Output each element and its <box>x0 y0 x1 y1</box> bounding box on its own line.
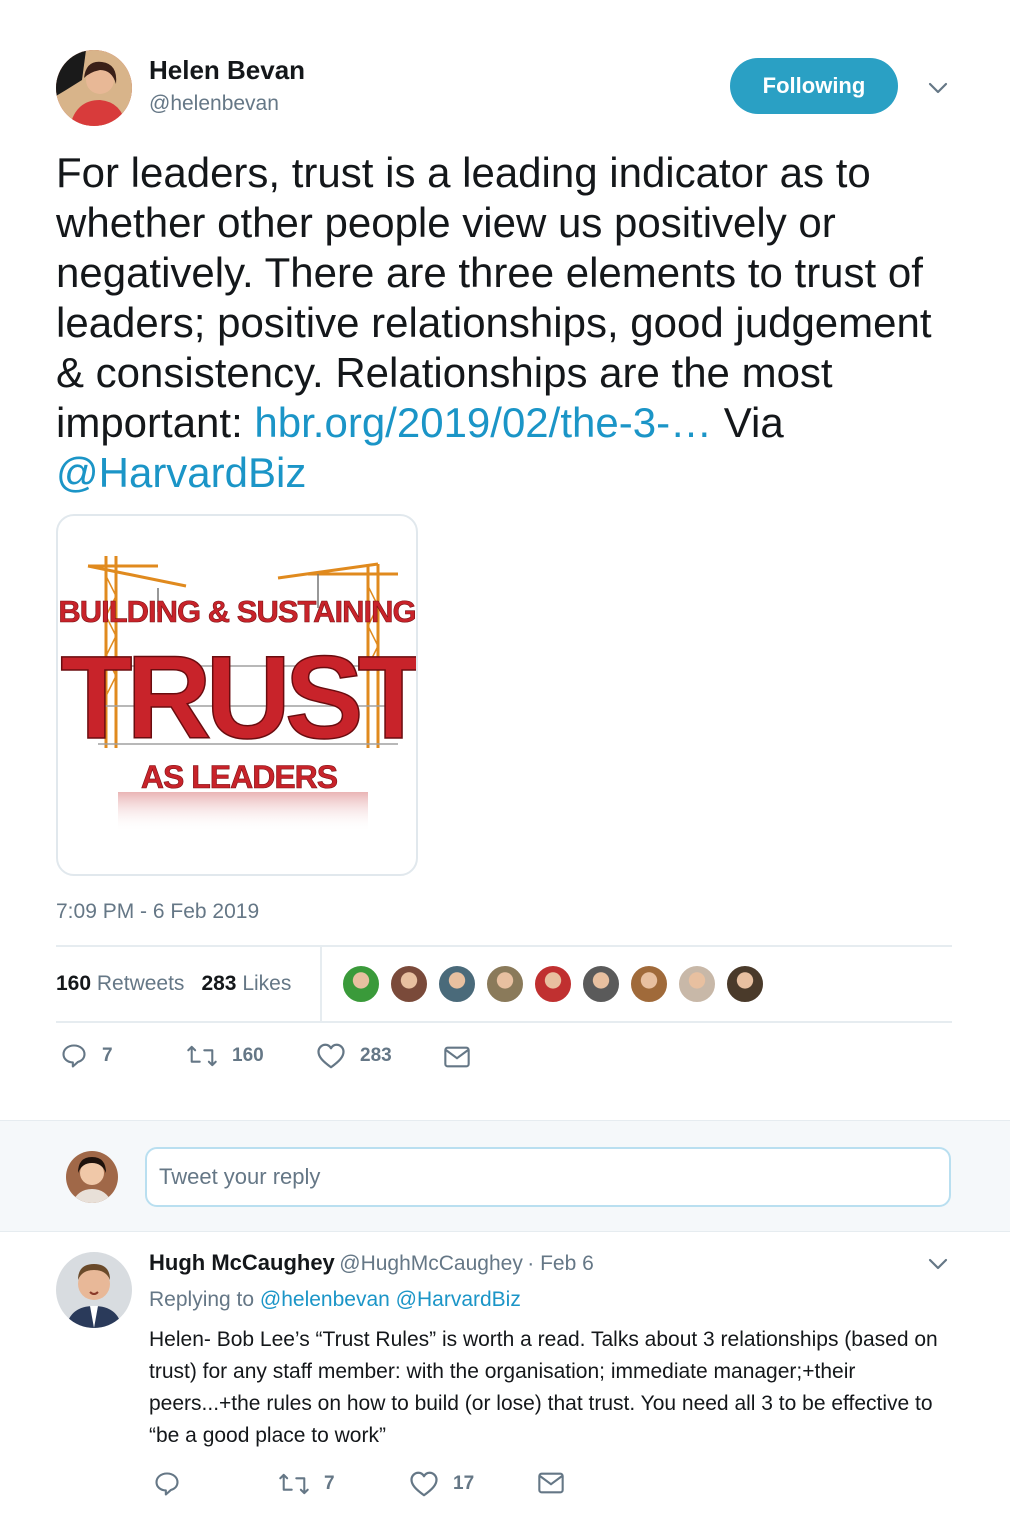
likes-stat[interactable]: 283 Likes <box>201 972 291 996</box>
tweet-image-card[interactable]: BUILDING & SUSTAINING TRUST AS LEADERS <box>56 514 418 876</box>
retweet-icon <box>279 1473 309 1495</box>
author-handle[interactable]: @helenbevan <box>149 92 279 116</box>
liker-avatar[interactable] <box>581 964 621 1004</box>
reply-text: Helen- Bob Lee’s “Trust Rules” is worth … <box>149 1328 938 1447</box>
retweet-action[interactable]: 160 <box>186 1042 264 1070</box>
liker-avatar[interactable] <box>725 964 765 1004</box>
reply-reply-action[interactable] <box>153 1470 195 1498</box>
reply-header: Hugh McCaughey @HughMcCaughey · Feb 6 <box>149 1250 594 1276</box>
trust-illustration: BUILDING & SUSTAINING TRUST AS LEADERS <box>58 556 416 832</box>
likes-count: 283 <box>201 972 237 995</box>
mention-link[interactable]: @HarvardBiz <box>56 449 306 496</box>
liker-avatar[interactable] <box>533 964 573 1004</box>
reply-retweet-count: 7 <box>324 1473 335 1494</box>
current-user-avatar[interactable] <box>66 1151 118 1203</box>
liker-avatar[interactable] <box>389 964 429 1004</box>
like-action[interactable]: 283 <box>316 1042 392 1070</box>
tweet-link[interactable]: hbr.org/2019/02/the-3-… <box>254 399 712 446</box>
reply-icon <box>155 1472 179 1496</box>
image-line-1: BUILDING & SUSTAINING <box>58 594 415 629</box>
reply-date[interactable]: · Feb 6 <box>527 1252 594 1275</box>
likes-label: Likes <box>242 972 292 995</box>
via-label: Via <box>712 399 784 446</box>
replying-to-label: Replying to <box>149 1288 260 1311</box>
retweets-label: Retweets <box>96 972 185 995</box>
replying-to-mention-2[interactable]: @HarvardBiz <box>396 1288 521 1311</box>
liker-avatar[interactable] <box>437 964 477 1004</box>
reply-count: 7 <box>102 1045 113 1066</box>
retweet-count: 160 <box>232 1045 264 1066</box>
reply-author-avatar[interactable] <box>56 1252 132 1328</box>
reply-direct-message-action[interactable] <box>537 1470 579 1496</box>
author-name[interactable]: Helen Bevan <box>149 55 305 86</box>
reply-like-count: 17 <box>453 1473 475 1494</box>
reply-author-handle[interactable]: @HughMcCaughey <box>339 1252 523 1275</box>
tweet-timestamp[interactable]: 7:09 PM - 6 Feb 2019 <box>56 900 259 924</box>
like-count: 283 <box>360 1045 392 1066</box>
envelope-icon <box>444 1046 470 1068</box>
reply-like-action[interactable]: 17 <box>409 1470 474 1498</box>
reply-input[interactable]: Tweet your reply <box>145 1147 951 1207</box>
chevron-down-icon[interactable] <box>926 76 950 105</box>
retweets-stat[interactable]: 160 Retweets <box>56 972 184 996</box>
replying-to: Replying to @helenbevan @HarvardBiz <box>149 1288 521 1312</box>
divider <box>56 1021 952 1023</box>
author-avatar[interactable] <box>56 50 132 126</box>
direct-message-action[interactable] <box>443 1044 485 1070</box>
image-line-3: AS LEADERS <box>141 759 338 795</box>
replying-to-mention-1[interactable]: @helenbevan <box>260 1288 390 1311</box>
image-line-2: TRUST <box>60 632 416 764</box>
heart-icon <box>410 1471 438 1497</box>
reply-author-name[interactable]: Hugh McCaughey <box>149 1250 335 1275</box>
retweet-icon <box>187 1045 217 1067</box>
following-button[interactable]: Following <box>730 58 898 114</box>
reply-retweet-action[interactable]: 7 <box>278 1470 335 1498</box>
reply-composer: Tweet your reply <box>0 1120 1010 1232</box>
retweets-count: 160 <box>56 972 92 995</box>
liker-avatar[interactable] <box>485 964 525 1004</box>
liker-avatar[interactable] <box>629 964 669 1004</box>
reply-action[interactable]: 7 <box>60 1042 113 1070</box>
liker-avatar[interactable] <box>341 964 381 1004</box>
reply-icon <box>62 1044 86 1068</box>
divider <box>56 945 952 947</box>
stats-separator <box>320 947 322 1022</box>
envelope-icon <box>538 1472 564 1494</box>
liker-avatars <box>341 964 765 1004</box>
heart-icon <box>317 1043 345 1069</box>
stats-row: 160 Retweets 283 Likes <box>56 972 291 996</box>
reply-chevron-down-icon[interactable] <box>926 1252 950 1281</box>
tweet-text: For leaders, trust is a leading indicato… <box>56 148 936 498</box>
liker-avatar[interactable] <box>677 964 717 1004</box>
